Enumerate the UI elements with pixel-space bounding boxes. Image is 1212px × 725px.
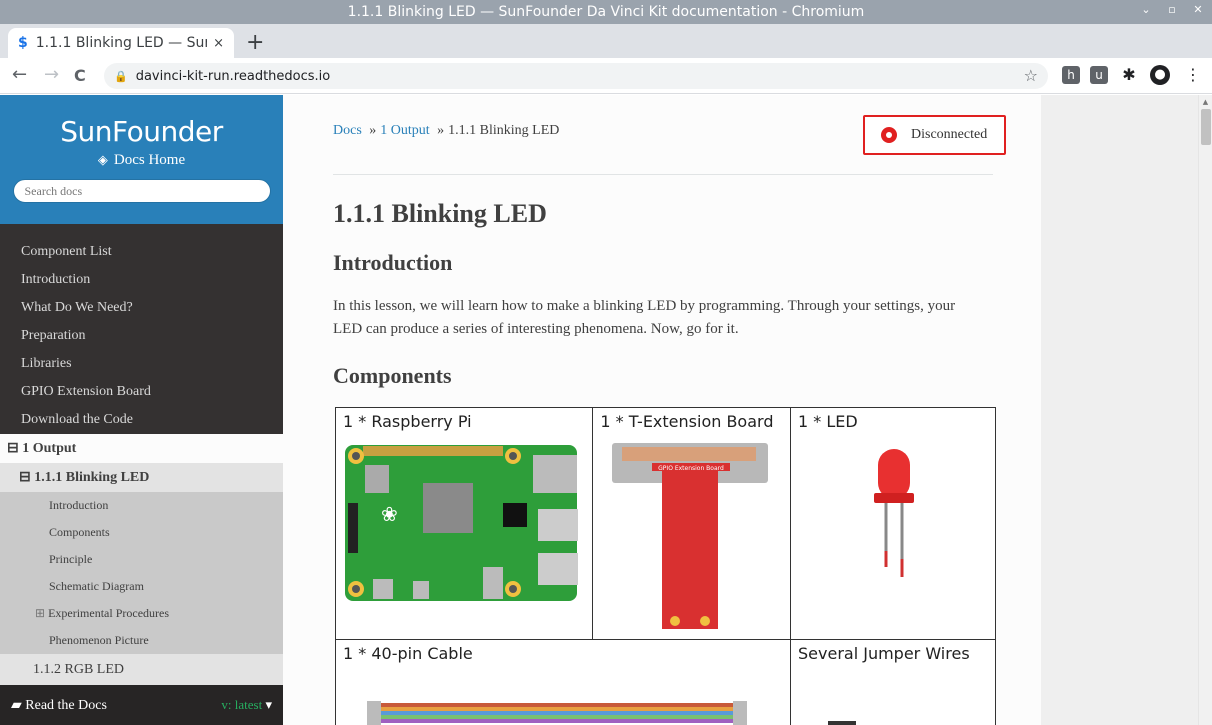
close-window-button[interactable]: ✕	[1192, 3, 1204, 16]
connection-status-button[interactable]: Disconnected	[863, 115, 1006, 155]
sidebar-item-what-do-we-need[interactable]: What Do We Need?	[0, 294, 283, 322]
browser-toolbar: ← → C 🔒 davinci-kit-run.readthedocs.io ☆…	[0, 58, 1212, 94]
back-button[interactable]: ←	[12, 64, 27, 85]
breadcrumb-section-link[interactable]: 1 Output	[380, 123, 429, 138]
jumper-wires-image	[828, 721, 856, 725]
sidebar-subitem-label: Experimental Procedures	[48, 606, 170, 620]
browser-menu-button[interactable]: ⋮	[1184, 66, 1202, 84]
sidebar-item-1-output[interactable]: ⊟ 1 Output	[0, 434, 283, 463]
caret-down-icon: ▾	[262, 697, 272, 712]
tab-close-icon[interactable]: ×	[213, 36, 224, 51]
sidebar-item-rgb-led[interactable]: 1.1.2 RGB LED	[0, 654, 283, 686]
profile-avatar-icon[interactable]: ●	[1150, 65, 1170, 85]
sidebar-subitem-components[interactable]: Components	[0, 519, 283, 546]
sidebar-menu: Component List Introduction What Do We N…	[0, 224, 283, 434]
tab-strip: $ 1.1.1 Blinking LED — Sun × +	[0, 24, 1212, 58]
components-heading: Components	[333, 363, 452, 388]
board-label: GPIO Extension Board	[659, 465, 725, 472]
sidebar-item-download-code[interactable]: Download the Code	[0, 406, 283, 434]
rtd-label: Read the Docs	[25, 697, 107, 713]
sidebar-item-libraries[interactable]: Libraries	[0, 350, 283, 378]
record-dot-icon	[881, 127, 897, 143]
led-image	[874, 449, 914, 577]
bookmark-star-icon[interactable]: ☆	[1024, 66, 1038, 85]
stack-icon: ◈	[97, 152, 108, 167]
component-cell-led: 1 * LED	[790, 407, 996, 640]
sidebar-subitem-principle[interactable]: Principle	[0, 546, 283, 573]
address-bar[interactable]: 🔒 davinci-kit-run.readthedocs.io ☆	[104, 63, 1048, 89]
url-text: davinci-kit-run.readthedocs.io	[135, 68, 331, 84]
component-cell-raspberry-pi: 1 * Raspberry Pi ❀	[334, 407, 594, 640]
sidebar-item-gpio-extension-board[interactable]: GPIO Extension Board	[0, 378, 283, 406]
scroll-up-icon[interactable]: ▲	[1199, 98, 1212, 106]
component-name: 1 * 40-pin Cable	[343, 644, 473, 663]
sidebar-subitem-introduction[interactable]: Introduction	[0, 492, 283, 519]
breadcrumb: Docs » 1 Output » 1.1.1 Blinking LED	[333, 123, 559, 139]
ribbon-cable-image	[367, 701, 747, 725]
read-the-docs-bar[interactable]: ▰ Read the Docs v: latest ▾	[0, 685, 283, 725]
version-label: v: latest	[221, 697, 263, 712]
window-titlebar: 1.1.1 Blinking LED — SunFounder Da Vinci…	[0, 0, 1212, 24]
extensions-puzzle-icon[interactable]: ✱	[1120, 66, 1138, 84]
docs-home-link[interactable]: ◈ Docs Home	[0, 152, 283, 169]
maximize-button[interactable]: ▫	[1166, 3, 1178, 16]
sidebar-header: SunFounder ◈ Docs Home Search docs	[0, 95, 283, 224]
new-tab-button[interactable]: +	[246, 30, 264, 55]
sidebar-subitem-schematic-diagram[interactable]: Schematic Diagram	[0, 573, 283, 600]
minimize-button[interactable]: ⌄	[1140, 3, 1152, 16]
components-table: 1 * Raspberry Pi ❀ 1 * T-Extension Board…	[334, 407, 996, 725]
right-gutter	[1041, 95, 1198, 725]
window-title: 1.1.1 Blinking LED — SunFounder Da Vinci…	[347, 4, 865, 20]
breadcrumb-separator: »	[369, 123, 377, 138]
window-controls: ⌄ ▫ ✕	[1140, 3, 1204, 16]
extension-h-icon[interactable]: h	[1062, 66, 1080, 84]
expand-icon[interactable]: ⊞	[35, 606, 45, 620]
component-cell-t-extension-board: 1 * T-Extension Board GPIO Extension Boa…	[592, 407, 791, 640]
raspberry-pi-image: ❀	[345, 445, 578, 601]
breadcrumb-docs-link[interactable]: Docs	[333, 123, 362, 138]
sidebar-subitem-phenomenon-picture[interactable]: Phenomenon Picture	[0, 627, 283, 654]
component-name: 1 * LED	[798, 412, 858, 431]
sidebar-subitem-experimental-procedures[interactable]: ⊞ Experimental Procedures	[0, 600, 283, 627]
breadcrumb-separator: »	[437, 123, 445, 138]
lock-icon: 🔒	[114, 69, 128, 83]
svg-text:❀: ❀	[381, 502, 398, 526]
version-selector[interactable]: v: latest ▾	[221, 697, 272, 713]
main-content: Docs » 1 Output » 1.1.1 Blinking LED Disco…	[283, 95, 1041, 725]
tab-title: 1.1.1 Blinking LED — Sun	[35, 35, 208, 51]
intro-paragraph: In this lesson, we will learn how to mak…	[333, 298, 956, 337]
forward-button[interactable]: →	[44, 64, 59, 85]
component-name: 1 * T-Extension Board	[600, 412, 774, 431]
sunfounder-favicon-icon: $	[18, 35, 28, 51]
sidebar-item-component-list[interactable]: Component List	[0, 238, 283, 266]
search-input[interactable]: Search docs	[12, 179, 271, 203]
sidebar-item-introduction[interactable]: Introduction	[0, 266, 283, 294]
component-name: Several Jumper Wires	[798, 644, 970, 663]
breadcrumb-current: 1.1.1 Blinking LED	[448, 123, 560, 138]
sidebar-item-blinking-led[interactable]: ⊟ 1.1.1 Blinking LED	[0, 463, 283, 492]
sunfounder-logo[interactable]: SunFounder	[0, 115, 283, 148]
status-label: Disconnected	[911, 127, 988, 142]
book-icon: ▰	[11, 697, 26, 713]
component-cell-40-pin-cable: 1 * 40-pin Cable	[335, 639, 791, 725]
rtd-label-group: ▰ Read the Docs	[11, 697, 107, 714]
page-title: 1.1.1 Blinking LED	[333, 199, 547, 228]
browser-tab[interactable]: $ 1.1.1 Blinking LED — Sun ×	[8, 28, 234, 58]
intro-heading: Introduction	[333, 250, 453, 275]
scrollbar-thumb[interactable]	[1201, 109, 1211, 145]
reload-button[interactable]: C	[74, 66, 86, 85]
docs-sidebar: SunFounder ◈ Docs Home Search docs Compon…	[0, 95, 283, 725]
component-cell-jumper-wires: Several Jumper Wires	[790, 639, 996, 725]
t-extension-board-image: GPIO Extension Board	[612, 443, 769, 629]
sidebar-item-preparation[interactable]: Preparation	[0, 322, 283, 350]
extension-u-icon[interactable]: u	[1090, 66, 1108, 84]
divider	[333, 174, 993, 175]
docs-home-label: Docs Home	[113, 152, 186, 168]
component-name: 1 * Raspberry Pi	[343, 412, 472, 431]
page-scrollbar[interactable]: ▲	[1198, 95, 1212, 725]
